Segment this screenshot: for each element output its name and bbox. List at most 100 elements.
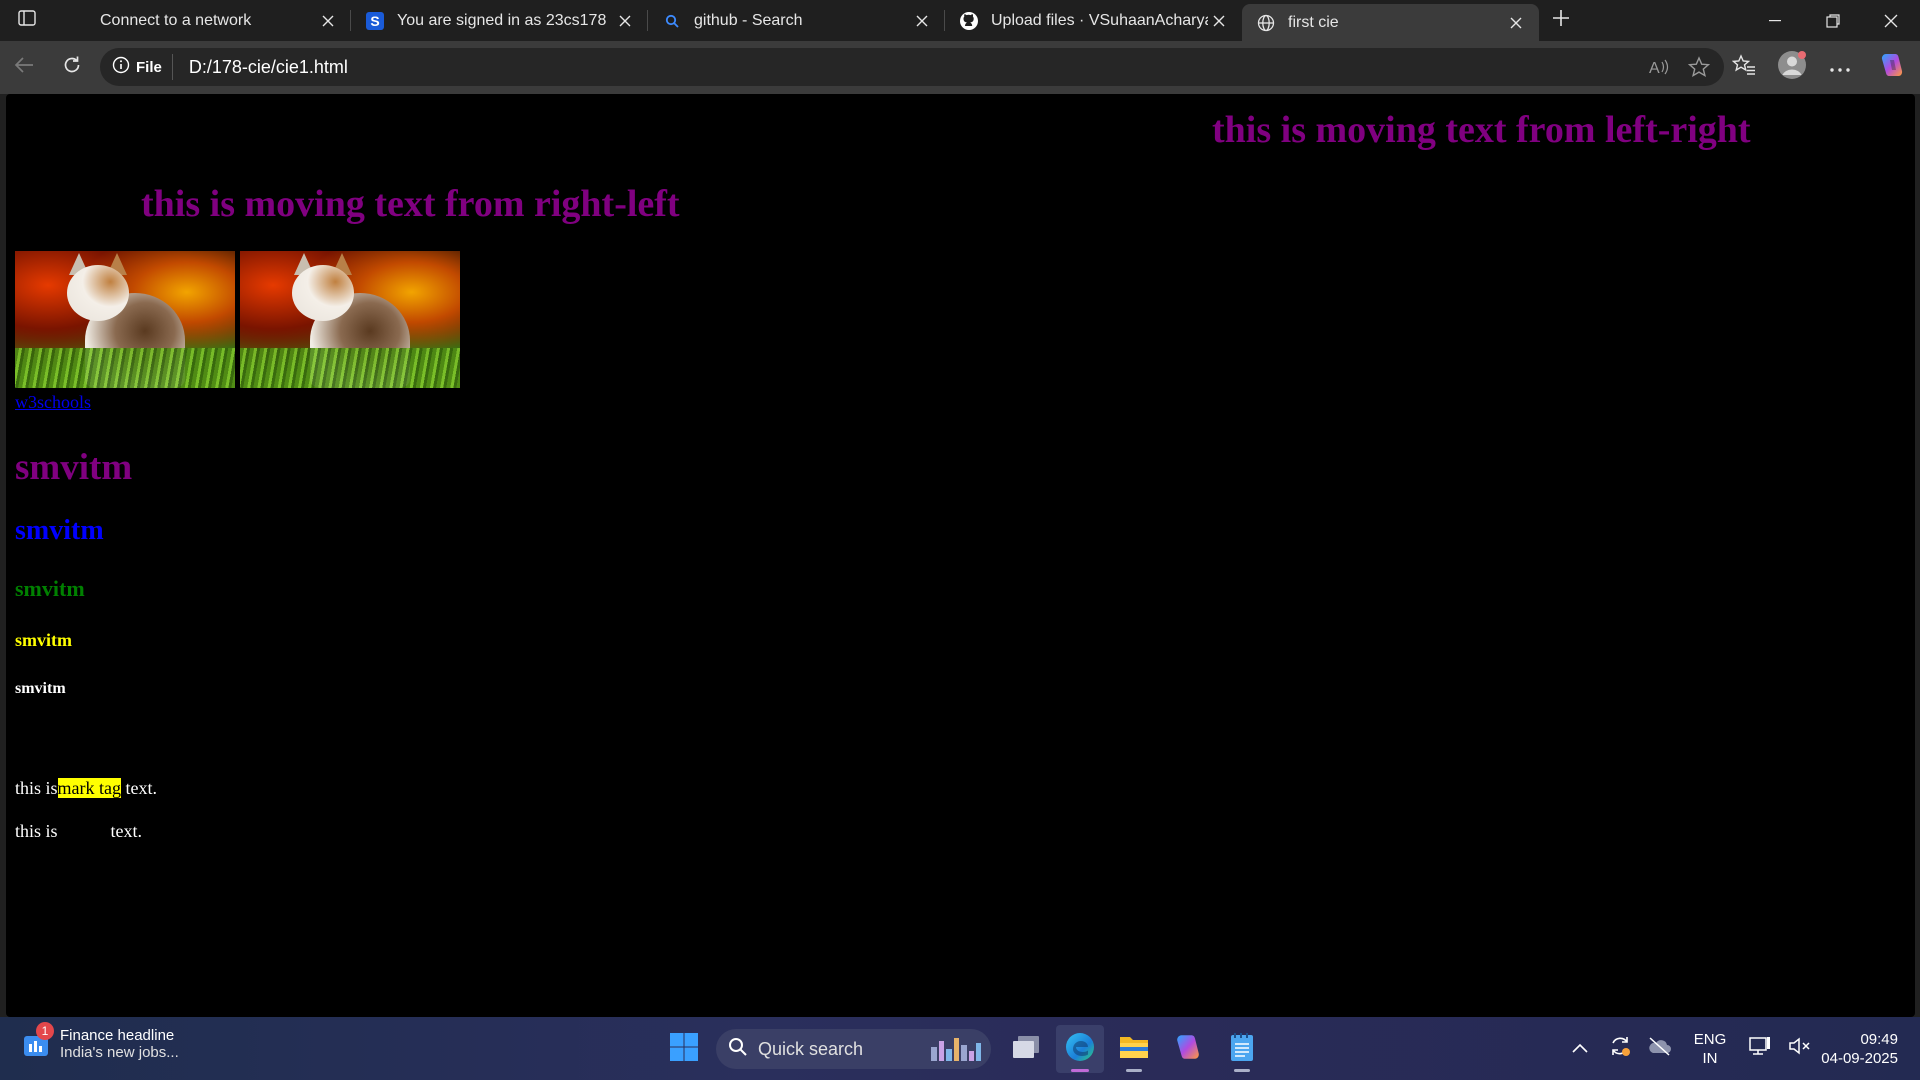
tab-actions-button[interactable] bbox=[0, 0, 54, 41]
active-indicator bbox=[1071, 1069, 1089, 1072]
marquee-left-right: this is moving text from left-right bbox=[1212, 109, 1751, 151]
w3schools-link[interactable]: w3schools bbox=[15, 392, 91, 413]
heading-h5: smvitm bbox=[15, 680, 66, 697]
del-after: text. bbox=[106, 821, 143, 841]
close-window-button[interactable] bbox=[1862, 0, 1920, 41]
clock-time: 09:49 bbox=[1860, 1030, 1898, 1048]
folder-icon bbox=[1118, 1033, 1150, 1066]
search-icon bbox=[728, 1037, 748, 1062]
tab-title: You are signed in as 23cs178 bbox=[397, 11, 607, 29]
search-highlight-icon bbox=[927, 1035, 983, 1063]
favorites-button[interactable] bbox=[1720, 48, 1768, 88]
heading-h1: smvitm bbox=[15, 447, 133, 488]
clock-date: 04-09-2025 bbox=[1821, 1049, 1898, 1067]
start-button[interactable] bbox=[660, 1025, 708, 1073]
widgets-button[interactable]: 1 Finance headline India's new jobs... bbox=[22, 1022, 179, 1061]
copilot-icon bbox=[1878, 51, 1906, 84]
del-before: this is bbox=[15, 821, 58, 841]
taskbar-file-explorer[interactable] bbox=[1110, 1025, 1158, 1073]
system-tray: ENG IN 09:49 04-09-2025 bbox=[1560, 1017, 1920, 1080]
taskbar-apps: Quick search bbox=[660, 1025, 1269, 1073]
language-indicator[interactable]: ENG IN bbox=[1680, 1030, 1740, 1068]
clock[interactable]: 09:49 04-09-2025 bbox=[1820, 1030, 1920, 1068]
globe-icon bbox=[1256, 13, 1276, 33]
taskbar-edge[interactable] bbox=[1056, 1025, 1104, 1073]
copilot-button[interactable] bbox=[1864, 48, 1920, 88]
plus-icon bbox=[1552, 9, 1570, 32]
windows-logo-icon bbox=[669, 1032, 699, 1067]
favorites-icon bbox=[1731, 54, 1756, 81]
info-icon bbox=[112, 56, 130, 78]
minimize-button[interactable] bbox=[1746, 0, 1804, 41]
marquee-right-left: this is moving text from right-left bbox=[141, 183, 680, 225]
volume-muted-icon bbox=[1788, 1036, 1812, 1061]
sync-icon bbox=[1608, 1034, 1632, 1063]
omnibox-actions: A bbox=[1646, 54, 1712, 80]
running-indicator bbox=[1234, 1069, 1250, 1072]
search-icon bbox=[662, 11, 682, 31]
volume-button[interactable] bbox=[1780, 1029, 1820, 1069]
page-viewport: this is moving text from left-right this… bbox=[6, 94, 1915, 1017]
tab-connect-network[interactable]: Connect to a network bbox=[54, 0, 351, 41]
favorite-star-icon[interactable] bbox=[1686, 54, 1712, 80]
cloud-off-icon bbox=[1647, 1036, 1673, 1061]
tab-upload-files[interactable]: Upload files · VSuhaanAcharya/W bbox=[945, 0, 1242, 41]
tab-signed-in[interactable]: S You are signed in as 23cs178 bbox=[351, 0, 648, 41]
github-icon bbox=[959, 11, 979, 31]
mark-before: this is bbox=[15, 778, 58, 798]
more-button[interactable] bbox=[1816, 48, 1864, 88]
browser-toolbar: File D:/178-cie/cie1.html A bbox=[0, 41, 1920, 94]
notepad-icon bbox=[1229, 1032, 1255, 1067]
onedrive-button[interactable] bbox=[1640, 1029, 1680, 1069]
heading-h4: smvitm bbox=[15, 630, 72, 650]
page-icon bbox=[68, 11, 88, 31]
url-text[interactable]: D:/178-cie/cie1.html bbox=[189, 57, 348, 78]
lang-region: IN bbox=[1702, 1049, 1718, 1067]
read-aloud-icon[interactable]: A bbox=[1646, 54, 1672, 80]
back-arrow-icon bbox=[14, 56, 34, 79]
taskbar-copilot[interactable] bbox=[1164, 1025, 1212, 1073]
taskbar-notepad[interactable] bbox=[1218, 1025, 1266, 1073]
copilot-icon bbox=[1173, 1032, 1203, 1067]
close-icon[interactable] bbox=[911, 10, 933, 32]
site-info-button[interactable]: File bbox=[112, 54, 173, 80]
taskbar-search[interactable]: Quick search bbox=[716, 1029, 991, 1069]
widget-subtitle: India's new jobs... bbox=[60, 1044, 179, 1061]
running-indicator bbox=[1126, 1069, 1142, 1072]
close-icon[interactable] bbox=[317, 10, 339, 32]
tab-title: Upload files · VSuhaanAcharya/W bbox=[991, 11, 1208, 29]
image-row bbox=[15, 251, 460, 388]
mark-text: mark tag bbox=[57, 778, 121, 798]
sync-button[interactable] bbox=[1600, 1029, 1640, 1069]
mark-paragraph: this ismark tag text. bbox=[15, 778, 157, 799]
new-tab-button[interactable] bbox=[1539, 0, 1583, 41]
svg-text:S: S bbox=[370, 13, 379, 29]
refresh-icon bbox=[62, 55, 82, 80]
profile-button[interactable] bbox=[1768, 48, 1816, 88]
heading-h2: smvitm bbox=[15, 515, 104, 546]
task-view-button[interactable] bbox=[1002, 1025, 1050, 1073]
refresh-button[interactable] bbox=[50, 48, 94, 88]
task-view-icon bbox=[1011, 1034, 1041, 1065]
mark-after: text. bbox=[121, 778, 158, 798]
tab-first-cie[interactable]: first cie bbox=[1242, 4, 1539, 41]
ellipsis-icon bbox=[1830, 59, 1850, 77]
finance-widget-icon: 1 bbox=[22, 1022, 54, 1058]
tab-title: Connect to a network bbox=[100, 11, 252, 29]
notification-badge: 1 bbox=[36, 1022, 54, 1040]
close-icon[interactable] bbox=[1208, 10, 1230, 32]
close-icon[interactable] bbox=[1505, 12, 1527, 34]
cat-image bbox=[240, 251, 460, 388]
tab-strip: Connect to a network S You are signed in… bbox=[0, 0, 1920, 41]
back-button[interactable] bbox=[2, 48, 46, 88]
restore-button[interactable] bbox=[1804, 0, 1862, 41]
avatar bbox=[1777, 50, 1807, 85]
heading-h3: smvitm bbox=[15, 576, 85, 601]
close-icon[interactable] bbox=[614, 10, 636, 32]
show-hidden-icons-button[interactable] bbox=[1560, 1029, 1600, 1069]
tab-github-search[interactable]: github - Search bbox=[648, 0, 945, 41]
address-bar[interactable]: File D:/178-cie/cie1.html A bbox=[100, 48, 1724, 86]
network-button[interactable] bbox=[1740, 1029, 1780, 1069]
chevron-up-icon bbox=[1572, 1040, 1588, 1058]
network-icon bbox=[1748, 1035, 1772, 1062]
